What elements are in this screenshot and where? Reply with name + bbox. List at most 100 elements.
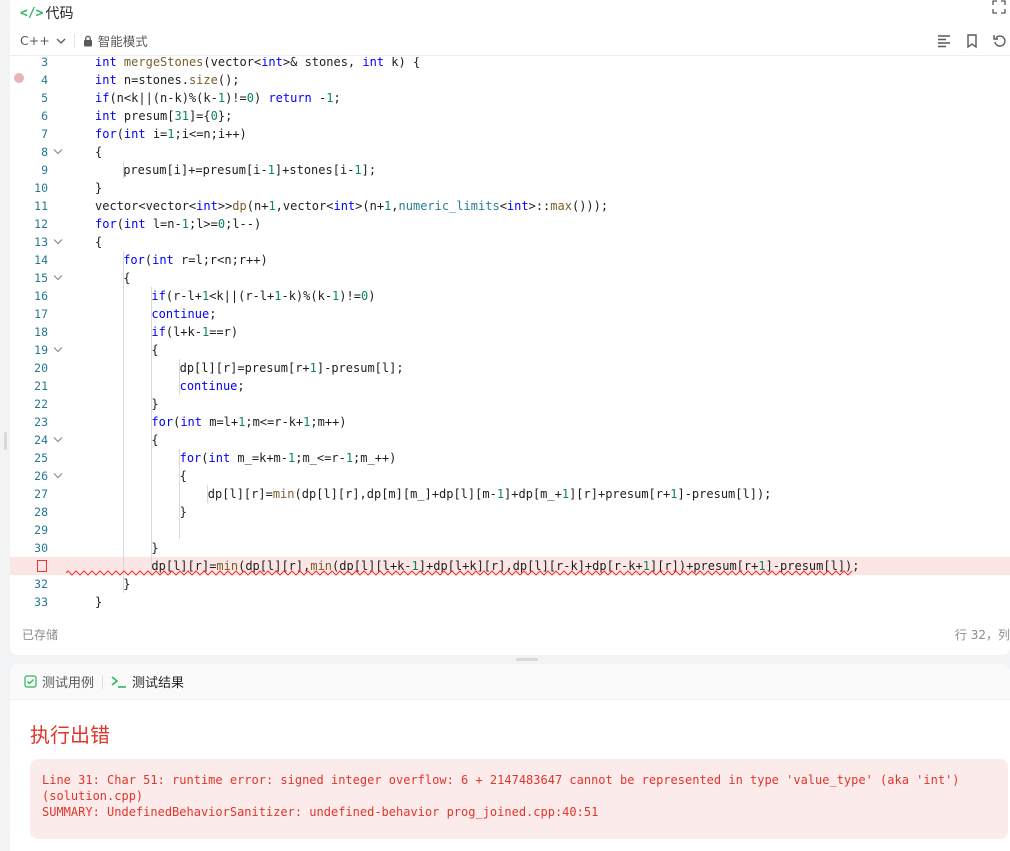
code-text: for(int m=l+1;m<=r-k+1;m++) [151,415,347,429]
line-number: 21 [34,379,48,393]
lock-icon [83,35,92,46]
panel-resize-handle[interactable] [516,658,538,661]
side-resize-handle[interactable] [4,432,7,450]
code-text: } [95,181,103,195]
code-line[interactable]: 25 for(int m_=k+m-1;m_<=r-1;m_++) [10,449,1010,467]
code-text: dp[l][r]=presum[r+1]-presum[l]; [179,361,404,375]
fold-chevron-icon[interactable] [53,148,63,156]
code-text: if(l+k-1==r) [151,325,239,339]
code-line[interactable]: 8{ [10,143,1010,161]
line-number: 19 [34,343,48,357]
fold-chevron-icon[interactable] [53,274,63,282]
line-number: 7 [41,127,48,141]
code-line[interactable]: 21 continue; [10,377,1010,395]
line-number: 26 [34,469,48,483]
code-line[interactable]: 12 for(int l=n-1;l>=0;l--) [10,215,1010,233]
code-line[interactable]: 13 { [10,233,1010,251]
line-number: 22 [34,397,48,411]
code-line[interactable]: 28} [10,503,1010,521]
indent-guide [179,359,180,395]
language-label: C++ [20,33,50,48]
fold-chevron-icon[interactable] [53,238,63,246]
code-line[interactable]: 24 { [10,431,1010,449]
code-text: { [151,343,159,357]
code-area[interactable]: 3 int mergeStones(vector<int>& stones, in… [10,57,1010,617]
line-number: 12 [34,217,48,231]
fold-chevron-icon[interactable] [53,436,63,444]
code-text: presum[i]+=presum[i-1]+stones[i-1]; [123,163,377,177]
code-line[interactable]: 10} [10,179,1010,197]
smart-mode-toggle[interactable]: 智能模式 [83,31,148,50]
code-line[interactable]: 29 [10,521,1010,539]
fullscreen-icon[interactable] [992,0,1006,14]
line-number: 17 [34,307,48,321]
code-line[interactable]: 32} [10,575,1010,593]
tab-test-results[interactable]: 测试结果 [111,672,184,691]
code-text: { [123,271,131,285]
code-line[interactable]: 18 if(l+k-1==r) [10,323,1010,341]
line-number: 6 [41,109,48,123]
code-line[interactable]: 15 { [10,269,1010,287]
indent-guide [207,485,208,503]
line-number: 30 [34,541,48,555]
panel-title: 代码 [45,6,74,22]
bookmark-icon[interactable] [964,33,980,49]
code-line[interactable]: 20 dp[l][r]=presum[r+1]-presum[l]; [10,359,1010,377]
line-number: 14 [34,253,48,267]
chevron-down-icon [56,38,66,44]
line-number: 24 [34,433,48,447]
editor-titlebar: </> 代码 [10,0,1010,26]
code-text: int presum[31]={0}; [95,109,233,123]
fold-chevron-icon[interactable] [53,346,63,354]
error-glyph-icon[interactable] [37,560,47,572]
checkbox-icon [24,675,37,688]
line-number: 33 [34,595,48,609]
code-text: for(int i=1;i<=n;i++) [95,127,247,141]
test-tabs: 测试用例 测试结果 [10,664,1010,700]
line-number: 15 [34,271,48,285]
line-number: 32 [34,577,48,591]
code-line[interactable]: 3 int mergeStones(vector<int>& stones, in… [10,57,1010,71]
tab-divider [102,674,104,689]
tab-test-cases[interactable]: 测试用例 [24,672,94,691]
code-line[interactable]: 7 for(int i=1;i<=n;i++) [10,125,1010,143]
code-line[interactable]: 30} [10,539,1010,557]
code-line[interactable]: 26 { [10,467,1010,485]
code-text: } [151,397,159,411]
code-line[interactable]: 14 for(int r=l;r<n;r++) [10,251,1010,269]
code-line[interactable]: 4 int n=stones.size(); [10,71,1010,89]
code-text: } [179,505,187,519]
code-line[interactable]: 11 vector<vector<int>>dp(n+1,vector<int>(… [10,197,1010,215]
format-icon[interactable] [936,33,952,49]
code-text: } [151,541,159,555]
code-line[interactable]: 17 continue; [10,305,1010,323]
fold-chevron-icon[interactable] [53,472,63,480]
reset-icon[interactable] [992,33,1008,49]
language-select[interactable]: C++ [20,33,66,48]
code-line[interactable]: 23 for(int m=l+1;m<=r-k+1;m++) [10,413,1010,431]
code-text: { [179,469,187,483]
test-panel: 测试用例 测试结果 执行出错 Line 31: Char 51: runtime… [10,664,1010,851]
code-line[interactable]: 5 if(n<k||(n-k)%(k-1)!=0) return -1; [10,89,1010,107]
code-text: } [123,577,131,591]
line-number: 9 [41,163,48,177]
code-line[interactable]: 22} [10,395,1010,413]
code-line[interactable]: 27 dp[l][r]=min(dp[l][r],dp[m][m_]+dp[l][… [10,485,1010,503]
code-text: int mergeStones(vector<int>& stones, int… [95,57,421,69]
line-number: 4 [41,73,48,87]
code-line[interactable]: 16 if(r-l+1<k||(r-l+1-k)%(k-1)!=0) [10,287,1010,305]
code-text: continue; [151,307,217,321]
code-line[interactable]: 6 int presum[31]={0}; [10,107,1010,125]
code-line[interactable]: 9 presum[i]+=presum[i-1]+stones[i-1]; [10,161,1010,179]
code-text: { [95,235,103,249]
result-title: 执行出错 [30,723,110,747]
line-number: 8 [41,145,48,159]
status-bar: 已存储 行 32，列 [22,626,1010,644]
code-line[interactable]: 33} [10,593,1010,611]
code-text: if(n<k||(n-k)%(k-1)!=0) return -1; [95,91,341,105]
code-icon: </> [20,5,44,21]
error-message: Line 31: Char 51: runtime error: signed … [30,759,1008,839]
code-line[interactable]: 19 { [10,341,1010,359]
indent-guide [151,287,152,575]
line-number: 13 [34,235,48,249]
